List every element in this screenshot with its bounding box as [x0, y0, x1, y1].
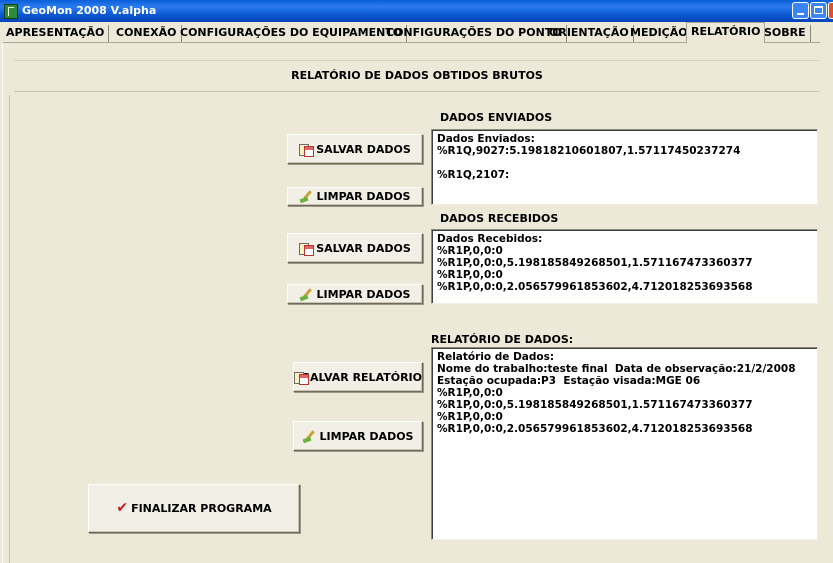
eraser-icon	[300, 288, 314, 301]
close-button[interactable]	[828, 2, 833, 19]
save-sent-data-label: SALVAR DADOS	[316, 142, 411, 156]
finish-program-button[interactable]: ✔ FINALIZAR PROGRAMA	[88, 484, 300, 533]
tab-bar: APRESENTAÇÃO CONEXÃO CONFIGURAÇÕES DO EQ…	[2, 22, 833, 43]
maximize-icon	[814, 6, 823, 14]
check-icon: ✔	[116, 500, 129, 516]
save-report-button[interactable]: SALVAR RELATÓRIO	[293, 362, 423, 392]
tab-configuracoes-equipamento[interactable]: CONFIGURAÇÕES DO EQUIPAMENTO	[176, 25, 408, 42]
report-label: RELATÓRIO DE DADOS:	[431, 333, 574, 346]
eraser-icon	[303, 430, 317, 443]
page-title: RELATÓRIO DE DADOS OBTIDOS BRUTOS	[14, 60, 820, 92]
tab-apresentacao[interactable]: APRESENTAÇÃO	[2, 25, 110, 42]
clear-received-data-label: LIMPAR DADOS	[316, 287, 411, 301]
clear-received-data-button[interactable]: LIMPAR DADOS	[287, 284, 423, 304]
tab-configuracoes-ponto[interactable]: CONFIGURAÇÕES DO PONTO	[382, 25, 567, 42]
panel-divider	[9, 95, 10, 563]
finish-program-label: FINALIZAR PROGRAMA	[131, 502, 272, 515]
maximize-button[interactable]	[810, 2, 827, 19]
eraser-icon	[300, 190, 314, 203]
minimize-icon	[797, 13, 804, 15]
tab-relatorio[interactable]: RELATÓRIO	[686, 22, 766, 43]
save-icon	[299, 143, 315, 157]
tab-sobre[interactable]: SOBRE	[760, 25, 811, 42]
report-textarea[interactable]: Relatório de Dados: Nome do trabalho:tes…	[431, 347, 818, 540]
tab-medicao[interactable]: MEDIÇÃO	[626, 25, 693, 42]
received-data-textarea[interactable]: Dados Recebidos: %R1P,0,0:0 %R1P,0,0:0,5…	[431, 229, 818, 304]
tab-conexao[interactable]: CONEXÃO	[112, 25, 182, 42]
save-sent-data-button[interactable]: SALVAR DADOS	[287, 134, 423, 164]
clear-sent-data-label: LIMPAR DADOS	[316, 190, 411, 203]
tab-orientacao[interactable]: ORIENTAÇÃO	[545, 25, 634, 42]
clear-report-label: LIMPAR DADOS	[319, 429, 414, 443]
save-received-data-button[interactable]: SALVAR DADOS	[287, 233, 423, 263]
save-icon	[299, 242, 315, 256]
clear-sent-data-button[interactable]: LIMPAR DADOS	[287, 187, 423, 206]
save-received-data-label: SALVAR DADOS	[316, 241, 411, 255]
clear-report-button[interactable]: LIMPAR DADOS	[293, 421, 423, 451]
save-report-label: SALVAR RELATÓRIO	[302, 370, 422, 384]
app-icon	[4, 4, 18, 19]
save-icon	[294, 371, 310, 385]
title-bar: GeoMon 2008 V.alpha	[0, 0, 833, 22]
received-data-label: DADOS RECEBIDOS	[440, 212, 559, 225]
minimize-button[interactable]	[792, 2, 809, 19]
sent-data-textarea[interactable]: Dados Enviados: %R1Q,9027:5.198182106018…	[431, 129, 818, 205]
window-title: GeoMon 2008 V.alpha	[22, 4, 157, 17]
sent-data-label: DADOS ENVIADOS	[440, 111, 553, 124]
